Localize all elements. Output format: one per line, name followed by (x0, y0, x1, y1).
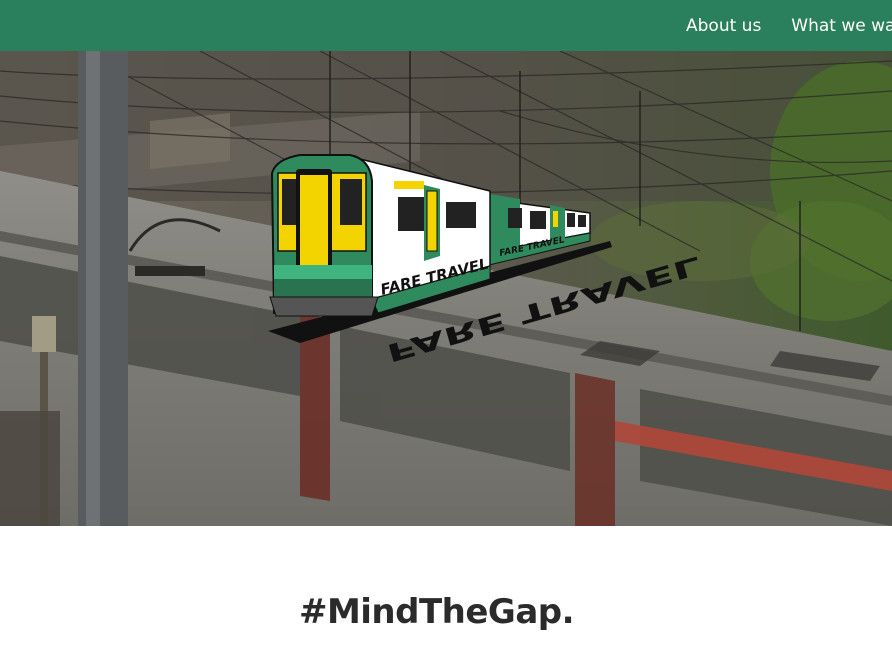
page-title: #MindTheGap. (298, 592, 575, 632)
top-navbar: About us What we war (0, 0, 892, 51)
main-content: #MindTheGap. (0, 526, 892, 648)
hero-banner: FARE TRAVEL FARE TRAVEL FARE TRAVEL (0, 51, 892, 526)
nav-about-us-link[interactable]: About us (686, 16, 761, 36)
nav-what-we-want-link[interactable]: What we war (791, 16, 892, 36)
train-logo-icon: FARE TRAVEL FARE TRAVEL FARE TRAVEL (268, 154, 704, 367)
main-nav: About us What we war (686, 0, 892, 51)
